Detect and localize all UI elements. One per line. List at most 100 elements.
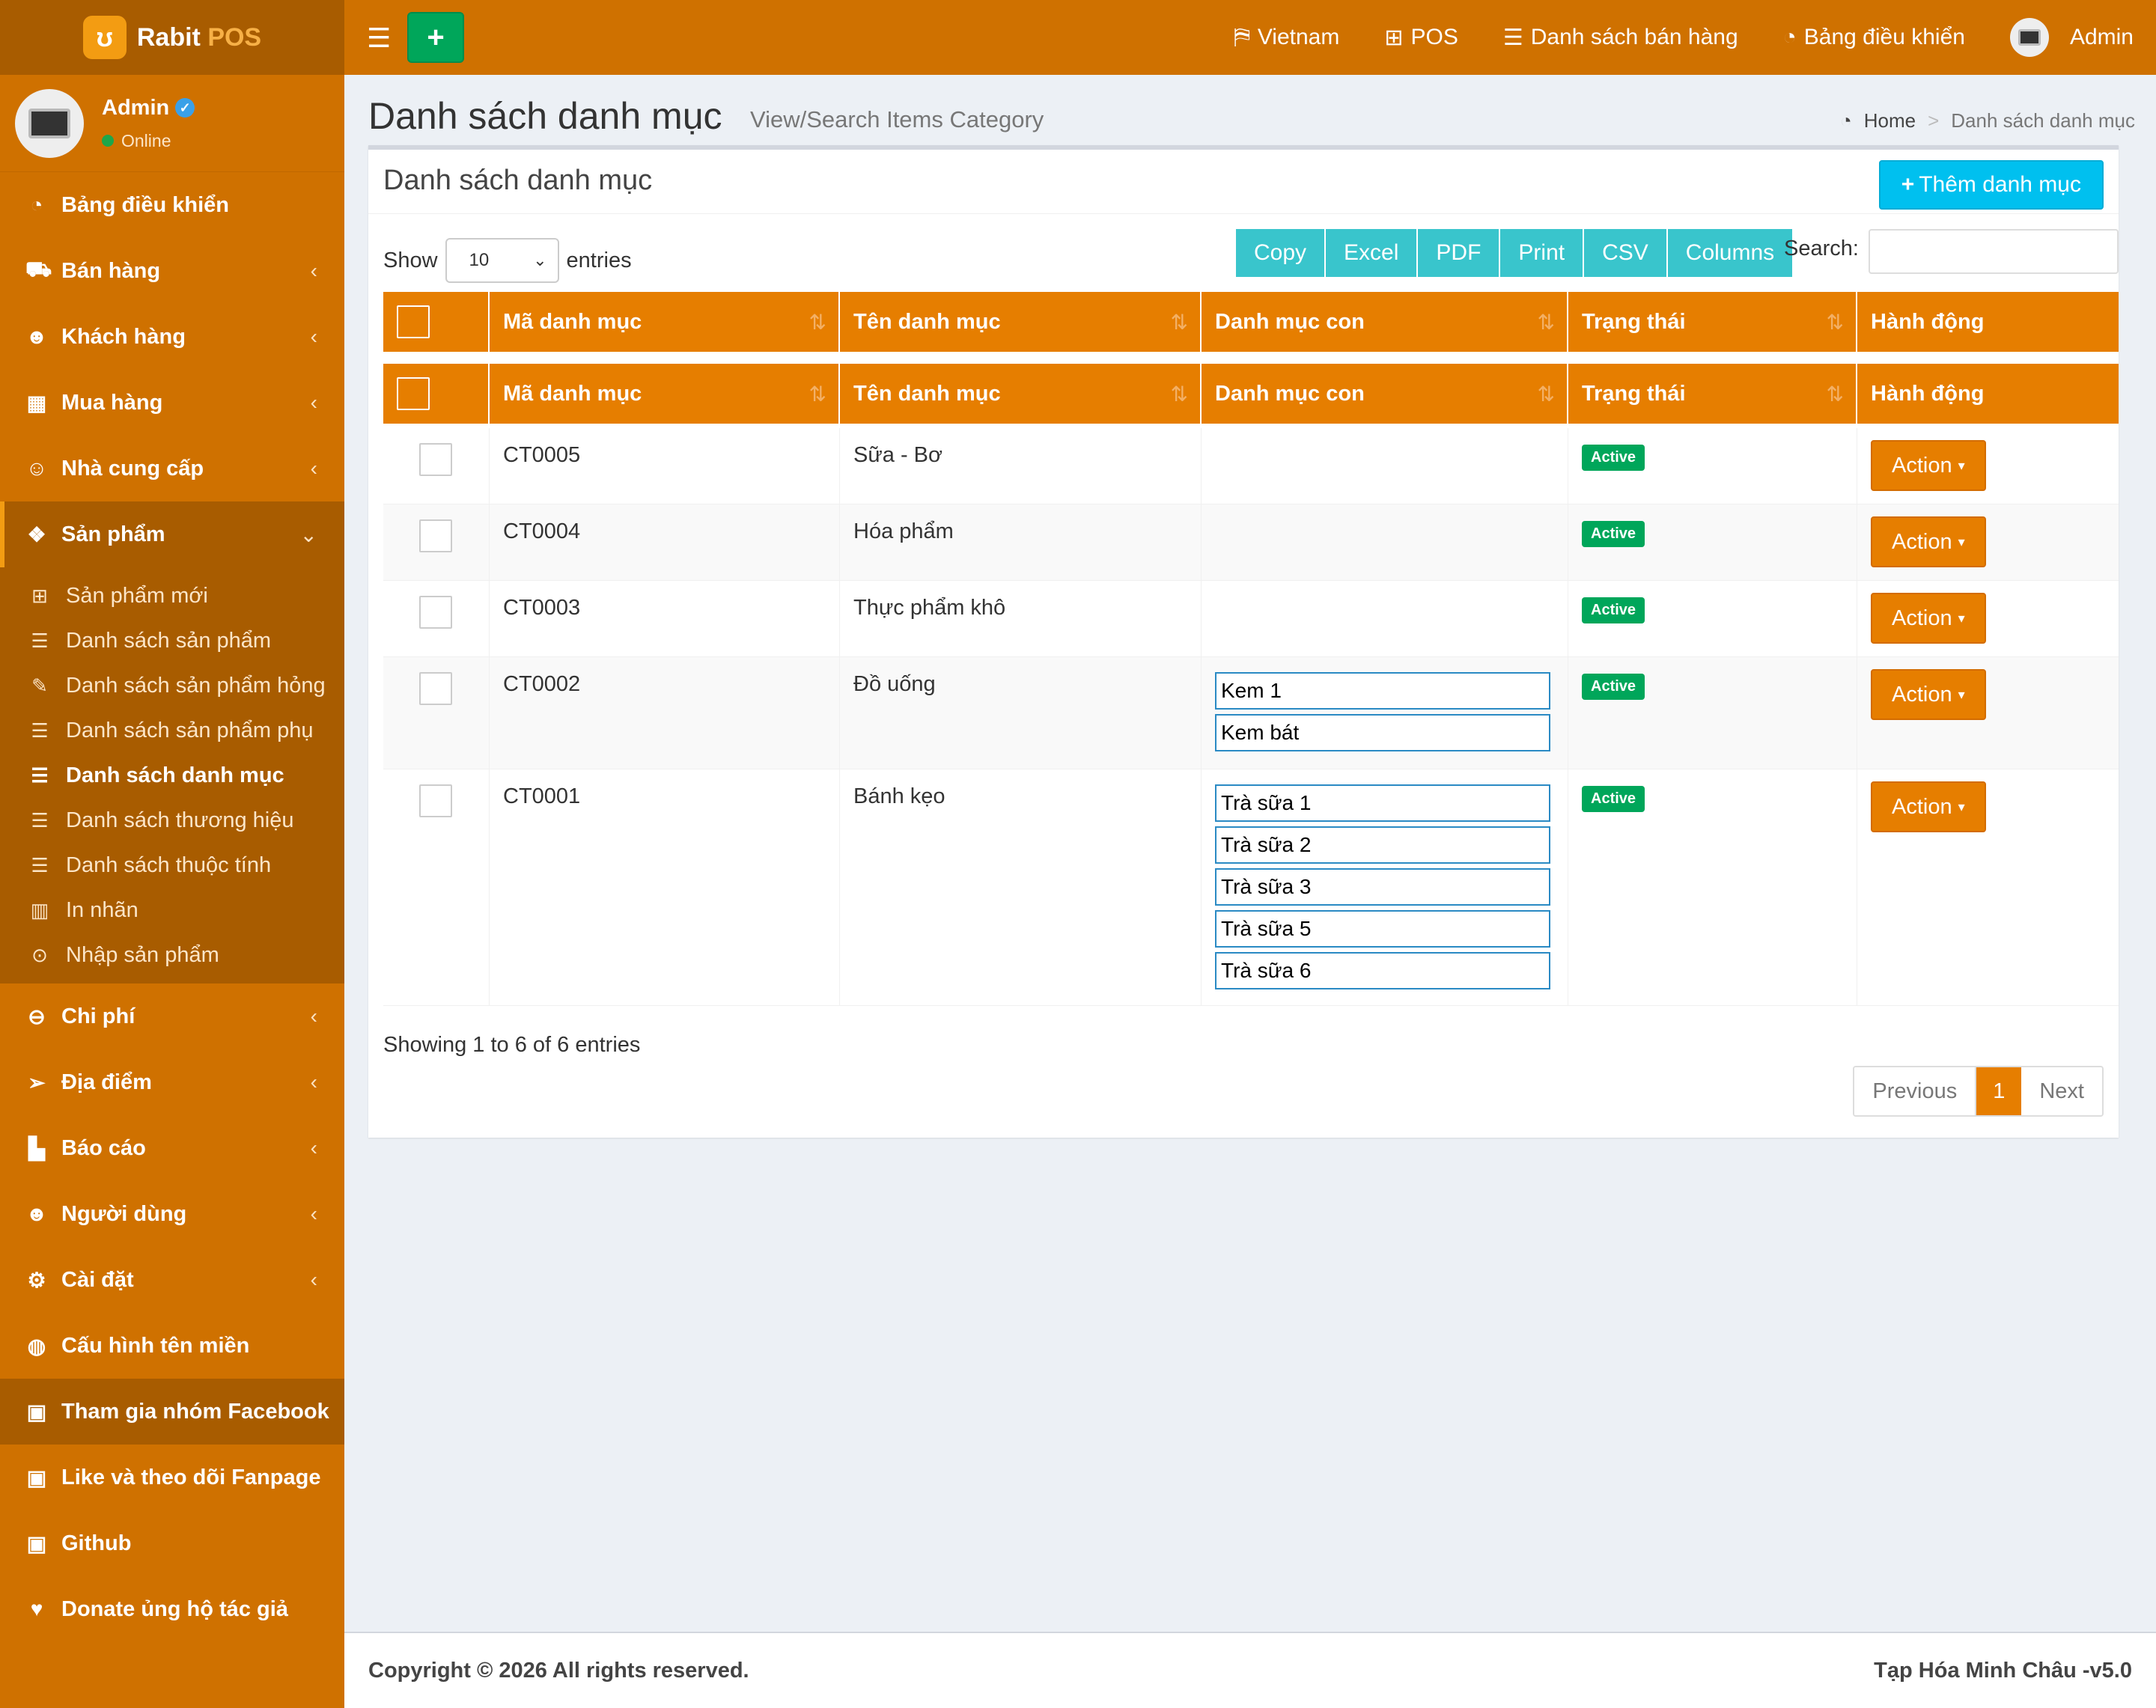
sidebar-item-settings[interactable]: ⚙ Cài đặt ‹: [0, 1247, 344, 1313]
sidebar-item-sales[interactable]: ⛟ Bán hàng ‹: [0, 238, 344, 304]
sidebar-item-fanpage[interactable]: ▣ Like và theo dõi Fanpage: [0, 1445, 344, 1510]
columns-button[interactable]: Columns: [1667, 229, 1793, 277]
submenu-item-sub-products[interactable]: ☰ Danh sách sản phẩm phụ: [0, 708, 344, 753]
version: Tạp Hóa Minh Châu -v5.0: [1874, 1659, 2132, 1683]
subcategory-field[interactable]: Trà sữa 5: [1215, 910, 1550, 948]
subcategory-field[interactable]: Kem 1: [1215, 672, 1550, 710]
column-header-children[interactable]: Danh mục con ⇅: [1202, 364, 1568, 424]
action-dropdown-button[interactable]: Action ▾: [1871, 440, 1986, 491]
online-dot-icon: [102, 135, 114, 147]
entries-select[interactable]: 10 ⌄: [445, 238, 559, 283]
barcode-icon: ▥: [30, 898, 49, 921]
sidebar-item-expenses[interactable]: ⊖ Chi phí ‹: [0, 983, 344, 1049]
action-dropdown-button[interactable]: Action ▾: [1871, 593, 1986, 644]
row-checkbox[interactable]: [419, 443, 452, 476]
column-header-children[interactable]: Danh mục con ⇅: [1202, 292, 1568, 352]
products-submenu: ⊞ Sản phẩm mới ☰ Danh sách sản phẩm ✎ Danh …: [0, 567, 344, 983]
submenu-item-import-products[interactable]: ⊙ Nhập sản phẩm: [0, 933, 344, 977]
csv-button[interactable]: CSV: [1584, 229, 1668, 277]
status-badge: Active: [1582, 674, 1645, 700]
brand-name: Rabit: [136, 22, 201, 52]
export-buttons: Copy Excel PDF Print CSV Columns: [1236, 229, 1793, 277]
nav-language[interactable]: ⛿ Vietnam: [1234, 25, 1339, 50]
logo[interactable]: ʊ Rabit POS: [0, 0, 344, 75]
submenu-item-damaged-products[interactable]: ✎ Danh sách sản phẩm hỏng: [0, 663, 344, 708]
column-header-status[interactable]: Trạng thái ⇅: [1568, 364, 1857, 424]
cell-name: Hóa phẩm: [840, 504, 1202, 580]
select-all-checkbox[interactable]: [397, 377, 430, 410]
sidebar-item-customers[interactable]: ☻ Khách hàng ‹: [0, 304, 344, 370]
table-row: CT0002 Đồ uống Kem 1 Kem bát Active Acti…: [383, 657, 2119, 769]
subcategory-field[interactable]: Trà sữa 2: [1215, 826, 1550, 864]
action-dropdown-button[interactable]: Action ▾: [1871, 516, 1986, 567]
cell-children: [1202, 581, 1568, 656]
nav-pos[interactable]: ⊞ POS: [1384, 25, 1458, 51]
column-header-code[interactable]: Mã danh mục ⇅: [490, 364, 840, 424]
row-checkbox[interactable]: [419, 784, 452, 817]
sidebar-item-facebook-group[interactable]: ▣ Tham gia nhóm Facebook: [0, 1379, 344, 1445]
circle-arrow-icon: ⊙: [31, 943, 48, 966]
sidebar-item-suppliers[interactable]: ☺ Nhà cung cấp ‹: [0, 436, 344, 501]
sidebar-item-products[interactable]: ❖ Sản phẩm ⌄: [0, 501, 344, 567]
topbar: ☰ + ⛿ Vietnam ⊞ POS ☰ Danh sách bán hàng ◔ B…: [344, 0, 2156, 75]
column-header-name[interactable]: Tên danh mục ⇅: [840, 364, 1202, 424]
row-checkbox[interactable]: [419, 519, 452, 552]
subcategory-field[interactable]: Trà sữa 3: [1215, 868, 1550, 906]
copy-button[interactable]: Copy: [1236, 229, 1327, 277]
nav-sales-list[interactable]: ☰ Danh sách bán hàng: [1503, 25, 1738, 51]
sidebar-item-users[interactable]: ☻ Người dùng ‹: [0, 1181, 344, 1247]
pagination-previous[interactable]: Previous: [1854, 1067, 1977, 1115]
user-name: Admin: [102, 95, 170, 120]
submenu-item-brands[interactable]: ☰ Danh sách thương hiệu: [0, 798, 344, 843]
pagination-page[interactable]: 1: [1976, 1067, 2022, 1115]
table-row: CT0005 Sữa - Bơ Active Action ▾: [383, 428, 2119, 504]
sidebar-item-domain-config[interactable]: ◍ Cấu hình tên miền: [0, 1313, 344, 1379]
briefcase-icon: ▣: [26, 1465, 47, 1489]
sidebar-item-dashboard[interactable]: ◔ Bảng điều khiển: [0, 172, 344, 238]
caret-down-icon: ▾: [1958, 686, 1965, 702]
column-header-code[interactable]: Mã danh mục ⇅: [490, 292, 840, 352]
sidebar-item-purchases[interactable]: ▦ Mua hàng ‹: [0, 370, 344, 436]
add-category-button[interactable]: + Thêm danh mục: [1878, 160, 2104, 210]
pagination-next[interactable]: Next: [2021, 1067, 2102, 1115]
nav-dashboard[interactable]: ◔ Bảng điều khiển: [1783, 25, 1965, 50]
sidebar-item-github[interactable]: ▣ Github: [0, 1510, 344, 1576]
column-header-name[interactable]: Tên danh mục ⇅: [840, 292, 1202, 352]
sort-icon: ⇅: [1170, 310, 1188, 334]
pagination: Previous 1 Next: [1853, 1066, 2104, 1117]
sidebar-item-donate[interactable]: ♥ Donate ủng hộ tác giả: [0, 1576, 344, 1642]
sidebar-item-locations[interactable]: ➢ Địa điểm ‹: [0, 1049, 344, 1115]
subcategory-field[interactable]: Trà sữa 1: [1215, 784, 1550, 822]
table-row: CT0004 Hóa phẩm Active Action ▾: [383, 504, 2119, 581]
subcategory-field[interactable]: Kem bát: [1215, 714, 1550, 751]
breadcrumb-home[interactable]: Home: [1864, 109, 1916, 132]
row-checkbox[interactable]: [419, 596, 452, 629]
chevron-left-icon: ‹: [310, 325, 317, 348]
excel-button[interactable]: Excel: [1326, 229, 1419, 277]
hamburger-icon[interactable]: ☰: [367, 22, 391, 54]
nav-user-menu[interactable]: Admin: [2009, 18, 2134, 57]
copyright: Copyright © 2026 All rights reserved.: [368, 1659, 749, 1683]
subcategory-field[interactable]: Trà sữa 6: [1215, 952, 1550, 989]
submenu-item-categories[interactable]: ☰ Danh sách danh mục: [0, 753, 344, 798]
cell-name: Thực phẩm khô: [840, 581, 1202, 656]
search-input[interactable]: [1869, 229, 2119, 274]
sidebar-item-reports[interactable]: ▙ Báo cáo ‹: [0, 1115, 344, 1181]
status-badge: Active: [1582, 445, 1645, 471]
quick-add-button[interactable]: +: [407, 12, 464, 63]
action-dropdown-button[interactable]: Action ▾: [1871, 669, 1986, 720]
content-header: Danh sách danh mục View/Search Items Cat…: [368, 94, 2135, 147]
submenu-item-attributes[interactable]: ☰ Danh sách thuộc tính: [0, 843, 344, 888]
list-icon: ☰: [1502, 25, 1523, 50]
submenu-item-new-product[interactable]: ⊞ Sản phẩm mới: [0, 573, 344, 618]
select-all-checkbox[interactable]: [397, 305, 430, 338]
column-header-status[interactable]: Trạng thái ⇅: [1568, 292, 1857, 352]
submenu-item-product-list[interactable]: ☰ Danh sách sản phẩm: [0, 618, 344, 663]
breadcrumb-separator: >: [1928, 109, 1940, 132]
cell-name: Bánh kẹo: [840, 769, 1202, 1005]
action-dropdown-button[interactable]: Action ▾: [1871, 781, 1986, 832]
pdf-button[interactable]: PDF: [1418, 229, 1501, 277]
submenu-item-print-labels[interactable]: ▥ In nhãn: [0, 888, 344, 933]
print-button[interactable]: Print: [1500, 229, 1585, 277]
row-checkbox[interactable]: [419, 672, 452, 705]
